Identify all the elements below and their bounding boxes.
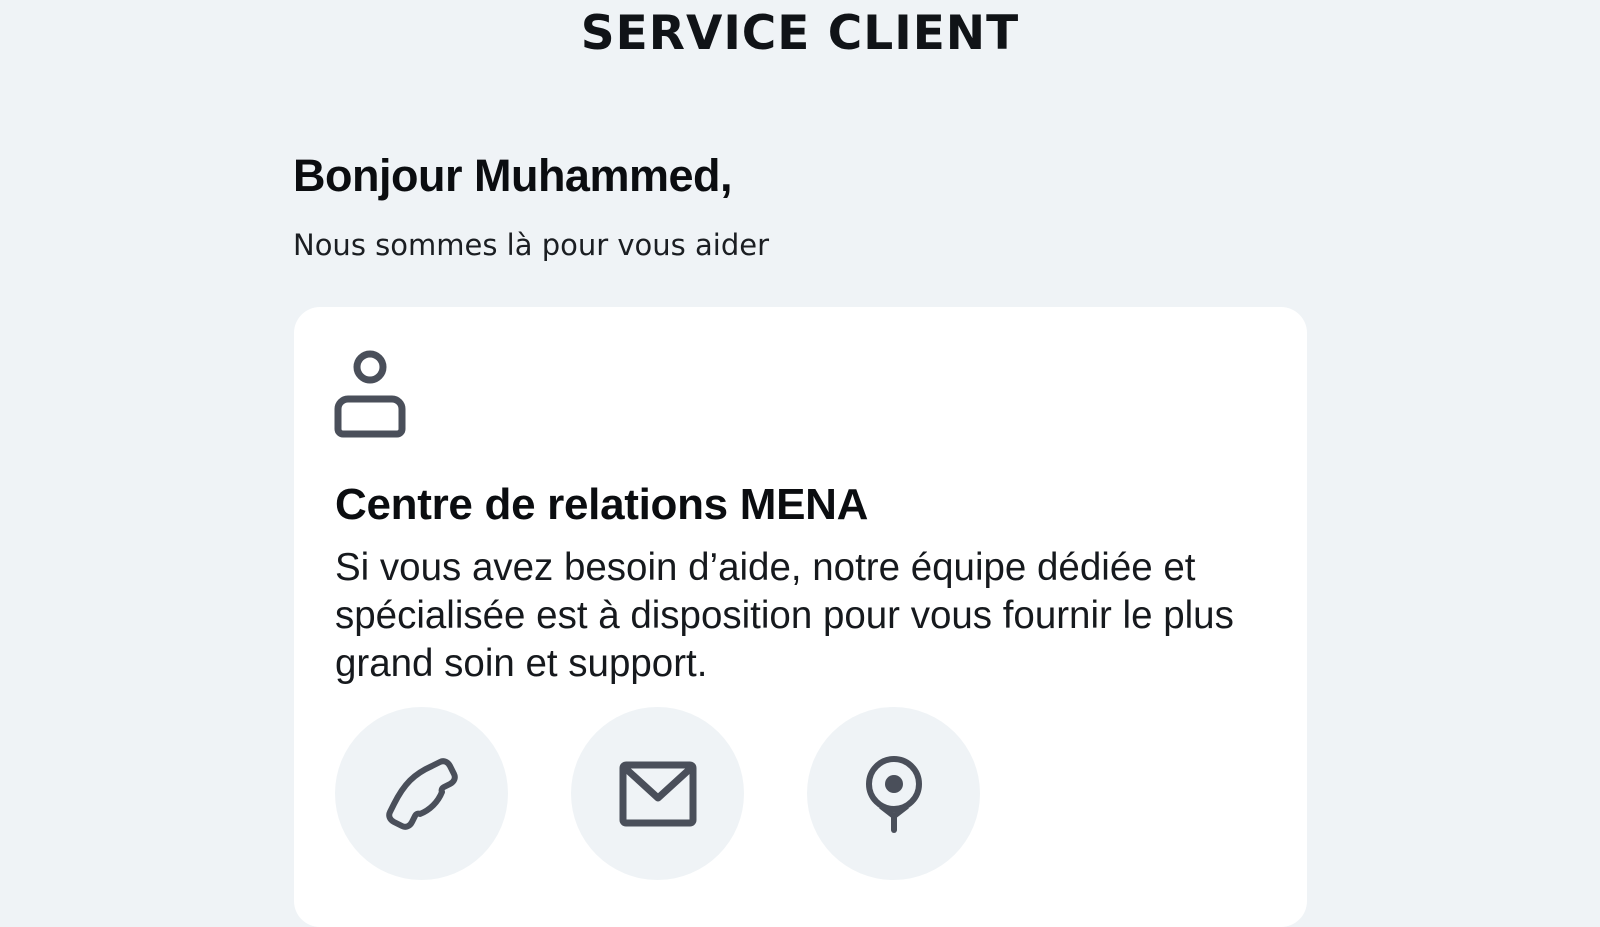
contact-actions [335,707,980,880]
mail-icon [619,761,696,826]
phone-icon [385,757,458,830]
support-center-card: Centre de relations MENA Si vous avez be… [294,307,1307,927]
page-title: SERVICE CLIENT [580,6,1020,61]
email-button[interactable] [571,707,744,880]
greeting-subtitle: Nous sommes là pour vous aider [293,228,769,262]
greeting-title: Bonjour Muhammed, [293,150,733,201]
card-title: Centre de relations MENA [335,480,869,529]
location-pin-icon [865,755,922,833]
call-button[interactable] [335,707,508,880]
location-button[interactable] [807,707,980,880]
user-icon [330,349,410,439]
card-description: Si vous avez besoin d’aide, notre équipe… [335,546,1234,685]
